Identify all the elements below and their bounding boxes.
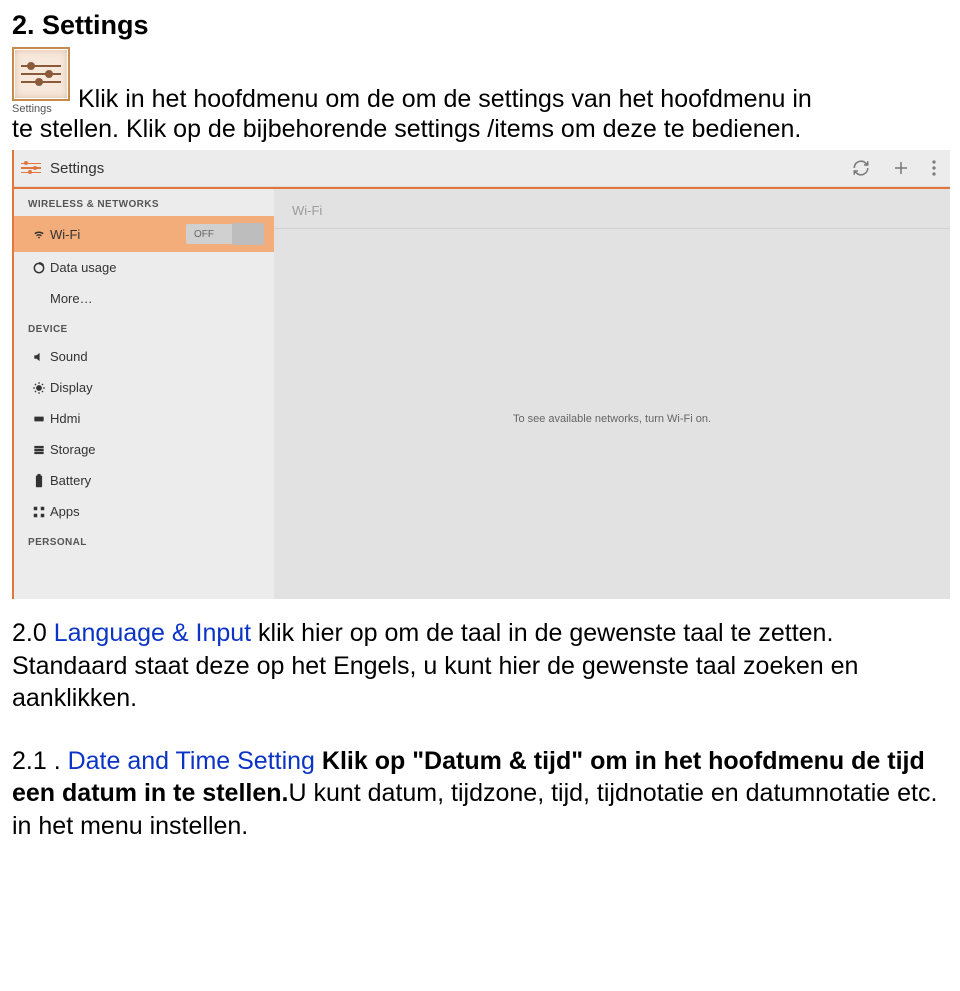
battery-icon <box>28 474 50 488</box>
p-lang-num: 2.0 <box>12 619 54 647</box>
screenshot-title: Settings <box>50 160 852 177</box>
p-date-blue: Date and Time Setting <box>68 747 315 775</box>
hdmi-label: Hdmi <box>50 411 264 426</box>
screenshot-header: Settings <box>14 150 950 187</box>
wifi-toggle-text: OFF <box>194 229 214 240</box>
sound-icon <box>28 350 50 364</box>
hdmi-icon <box>28 412 50 426</box>
data-usage-icon <box>28 261 50 275</box>
settings-sliders-icon <box>14 158 50 178</box>
sidebar-item-data-usage[interactable]: Data usage <box>14 252 274 283</box>
more-label: More… <box>50 291 264 306</box>
storage-label: Storage <box>50 442 264 457</box>
sidebar-item-storage[interactable]: Storage <box>14 434 274 465</box>
add-icon[interactable] <box>892 159 910 177</box>
settings-app-icon-block: Settings <box>12 47 70 115</box>
sidebar-item-more[interactable]: More… <box>14 283 274 314</box>
sidebar-item-hdmi[interactable]: Hdmi <box>14 403 274 434</box>
wifi-empty-message: To see available networks, turn Wi-Fi on… <box>513 413 711 425</box>
wifi-toggle[interactable]: OFF <box>186 224 264 244</box>
sidebar-item-apps[interactable]: Apps <box>14 496 274 527</box>
paragraph-language: 2.0 Language & Input klik hier op om de … <box>12 617 948 715</box>
data-usage-label: Data usage <box>50 260 264 275</box>
overflow-menu-icon[interactable] <box>932 160 936 176</box>
sidebar-item-battery[interactable]: Battery <box>14 465 274 496</box>
refresh-icon[interactable] <box>852 159 870 177</box>
sidebar-item-wifi[interactable]: Wi-Fi OFF <box>14 216 274 252</box>
settings-sidebar: WIRELESS & NETWORKS Wi-Fi OFF Data usage <box>14 189 274 599</box>
intro-text-line2: te stellen. Klik op de bijbehorende sett… <box>12 115 948 144</box>
settings-icon-label: Settings <box>12 103 70 115</box>
display-label: Display <box>50 380 264 395</box>
p-lang-blue: Language & Input <box>54 619 251 647</box>
wifi-icon <box>28 227 50 241</box>
intro-row: Settings Klik in het hoofdmenu om de om … <box>12 47 948 115</box>
storage-icon <box>28 443 50 457</box>
panel-title-wifi: Wi-Fi <box>274 189 950 229</box>
battery-label: Battery <box>50 473 264 488</box>
paragraph-date: 2.1 . Date and Time Setting Klik op "Dat… <box>12 745 948 843</box>
sound-label: Sound <box>50 349 264 364</box>
intro-text-line1: Klik in het hoofdmenu om de om de settin… <box>78 84 812 115</box>
display-icon <box>28 381 50 395</box>
apps-label: Apps <box>50 504 264 519</box>
doc-heading: 2. Settings <box>12 10 948 41</box>
category-wireless: WIRELESS & NETWORKS <box>14 189 274 216</box>
toggle-thumb <box>232 223 264 245</box>
apps-icon <box>28 505 50 519</box>
sliders-icon <box>12 47 70 101</box>
wifi-label: Wi-Fi <box>50 227 186 242</box>
sidebar-item-display[interactable]: Display <box>14 372 274 403</box>
settings-content-panel: Wi-Fi To see available networks, turn Wi… <box>274 189 950 599</box>
p-date-num: 2.1 . <box>12 747 68 775</box>
category-personal: PERSONAL <box>14 527 274 554</box>
sidebar-item-sound[interactable]: Sound <box>14 341 274 372</box>
category-device: DEVICE <box>14 314 274 341</box>
settings-screenshot: Settings WIRELESS & NETWORKS Wi-Fi OFF <box>12 150 950 599</box>
